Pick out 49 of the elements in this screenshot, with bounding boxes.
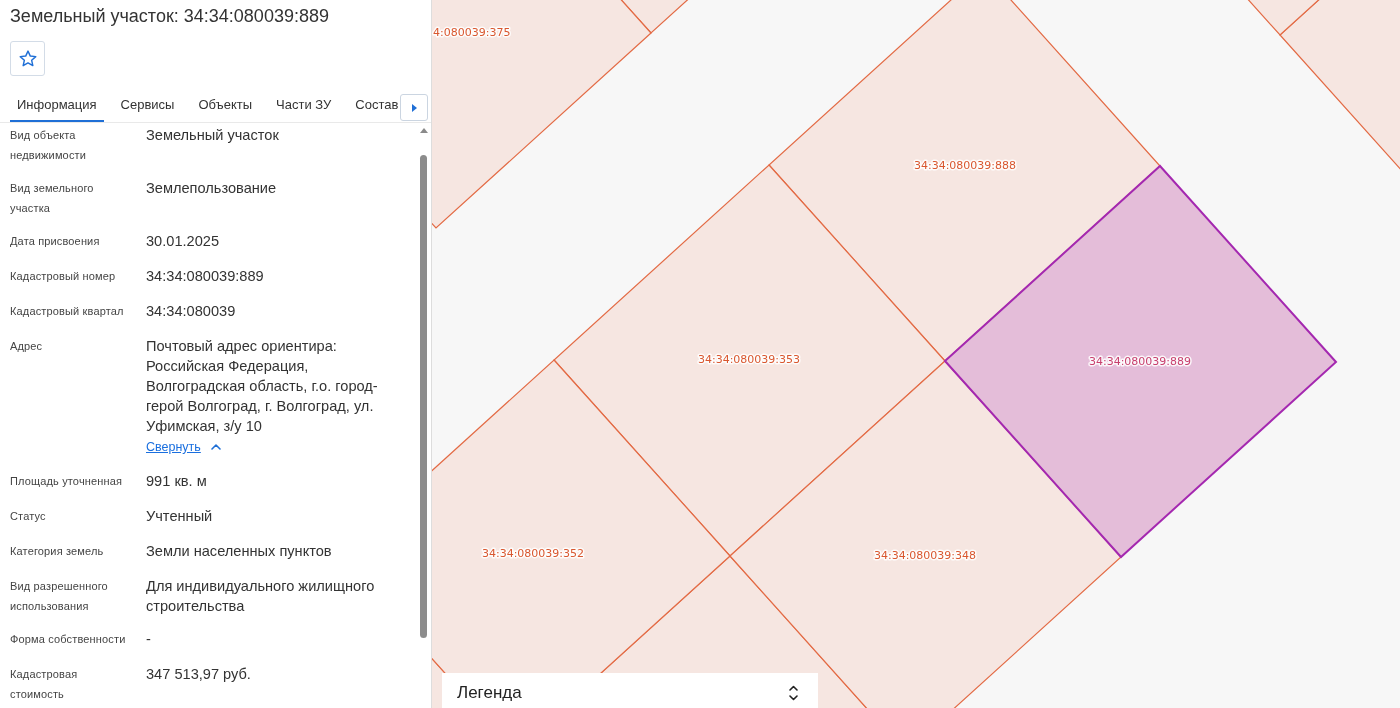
scroll-up-icon[interactable] [419, 128, 428, 133]
field-value: Земли населенных пунктов [146, 542, 333, 561]
parcel-label: 4:080039:375 [433, 25, 511, 39]
field-label: Кадастровая стоимость [10, 667, 79, 702]
field-value: 991 кв. м [146, 472, 208, 491]
field-label: Статус [10, 509, 47, 524]
field-value: Земельный участок [146, 126, 280, 145]
scrollbar-thumb[interactable] [420, 155, 427, 638]
field-value: Для индивидуального жилищного строительства [146, 577, 376, 616]
legend-menu[interactable]: Легенда [442, 673, 818, 708]
more-tabs-button[interactable] [400, 94, 428, 121]
field-value: Учтенный [146, 507, 214, 526]
field-label: Площадь уточненная [10, 474, 124, 489]
field-value: 34:34:080039:889 [146, 267, 265, 286]
tab[interactable]: Части ЗУ [269, 94, 339, 122]
field-label: Форма собственности [10, 632, 127, 647]
field-value: 30.01.2025 [146, 232, 221, 251]
field-label: Адрес [10, 339, 44, 354]
field-value: 347 513,97 руб. [146, 665, 252, 684]
field-label: Вид земельного участка [10, 181, 95, 216]
tab[interactable]: Сервисы [113, 94, 182, 122]
field-label: Кадастровый квартал [10, 304, 125, 319]
parcel-label: 34:34:080039:888 [913, 158, 1017, 172]
panel-title: Земельный участок: 34:34:080039:889 [10, 5, 330, 27]
field-value: 34:34:080039 [146, 302, 237, 321]
field-label: Вид объекта недвижимости [10, 128, 88, 163]
land-parcel[interactable] [1279, 0, 1400, 172]
collapse-link[interactable]: Свернуть [146, 440, 201, 454]
field-label: Категория земель [10, 544, 105, 559]
field-label: Вид разрешенного использования [10, 579, 109, 614]
tab[interactable]: Информация [10, 94, 104, 122]
field-value: Почтовый адрес ориентира: Российская Федерация, Волгоградская область, г.о. город-герой Волгоград, г. Волгоград, ул. Уфимская, з/у 10 [146, 337, 379, 436]
legend-title: Легенда [457, 682, 522, 704]
field-value: Землепользование [146, 179, 278, 198]
land-parcel[interactable] [1245, 0, 1322, 36]
parcel-label: 34:34:080039:352 [481, 546, 585, 560]
map-area[interactable]: 4:080039:375 34:34:080039:888 34:34:080039:353 34:34:080039:889 34:34:080039:352 34:34:080039:348 Легенда [432, 0, 1400, 708]
tab[interactable]: Объекты [191, 94, 260, 122]
parcel-label: 34:34:080039:353 [697, 352, 801, 366]
parcel-label: 34:34:080039:889 [1088, 354, 1192, 368]
favorite-button[interactable] [10, 41, 45, 76]
field-label: Кадастровый номер [10, 269, 117, 284]
caret-right-icon [411, 103, 417, 112]
parcel-label: 34:34:080039:348 [873, 548, 977, 562]
tab[interactable]: Состав [348, 94, 398, 122]
up-down-chevron-icon[interactable] [789, 685, 798, 701]
field-label: Дата присвоения [10, 234, 101, 249]
caret-up-icon[interactable] [210, 444, 221, 450]
field-value: - [146, 630, 152, 649]
